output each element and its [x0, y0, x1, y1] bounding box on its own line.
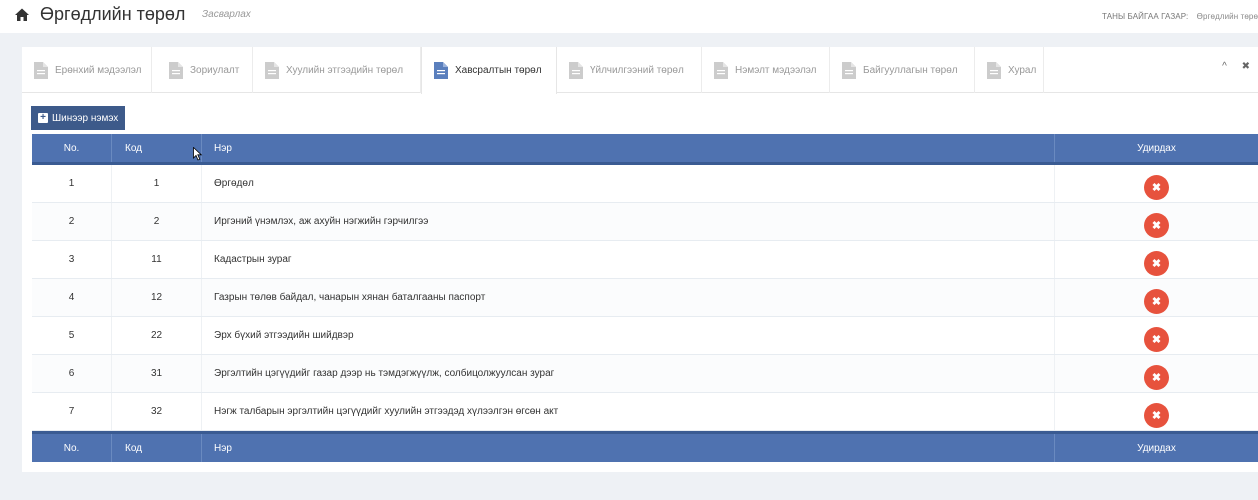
- cell-code: 11: [112, 241, 202, 278]
- column-header-code[interactable]: Код: [112, 134, 202, 162]
- tab-additional-info[interactable]: Нэмэлт мэдээлэл: [702, 47, 830, 93]
- column-header-no[interactable]: No.: [32, 134, 112, 162]
- tab-service-type[interactable]: Үйлчилгээний төрөл: [557, 47, 702, 93]
- delete-button[interactable]: ✖: [1144, 213, 1169, 238]
- delete-button[interactable]: ✖: [1144, 365, 1169, 390]
- cell-no: 5: [32, 317, 112, 354]
- panel-tools: ^ ✖: [1210, 61, 1250, 72]
- cell-name: Иргэний үнэмлэх, аж ахуйн нэгжийн гэрчил…: [202, 203, 1055, 240]
- cell-actions: ✖: [1055, 241, 1258, 278]
- delete-button[interactable]: ✖: [1144, 251, 1169, 276]
- breadcrumb: ТАНЫ БАЙГАА ГАЗАР: Өргөдлийн төрө: [1102, 12, 1258, 21]
- document-icon: [987, 61, 1001, 79]
- cell-actions: ✖: [1055, 165, 1258, 202]
- tab-attachment-type[interactable]: Хавсралтын төрөл: [421, 47, 557, 94]
- tab-label: Хуулийн этгээдийн төрөл: [286, 64, 404, 76]
- cell-actions: ✖: [1055, 203, 1258, 240]
- tab-label: Хавсралтын төрөл: [455, 65, 542, 76]
- home-icon[interactable]: [14, 7, 30, 23]
- cell-no: 3: [32, 241, 112, 278]
- cell-name: Кадастрын зураг: [202, 241, 1055, 278]
- plus-icon: +: [38, 113, 48, 123]
- document-icon: [714, 61, 728, 79]
- tab-label: Хурал: [1008, 64, 1037, 76]
- cell-no: 1: [32, 165, 112, 202]
- table-header: No. Код Нэр Удирдах: [32, 134, 1258, 165]
- page-header: Өргөдлийн төрөл Засварлах ТАНЫ БАЙГАА ГА…: [0, 0, 1258, 33]
- add-new-label: Шинээр нэмэх: [52, 112, 119, 124]
- cell-code: 32: [112, 393, 202, 430]
- document-icon: [569, 61, 583, 79]
- tab-meeting[interactable]: Хурал: [975, 47, 1044, 93]
- close-icon[interactable]: ✖: [1242, 61, 1250, 72]
- column-footer-no: No.: [32, 434, 112, 462]
- column-footer-code: Код: [112, 434, 202, 462]
- cell-code: 2: [112, 203, 202, 240]
- tab-label: Зориулалт: [190, 64, 240, 76]
- table-row: 1 1 Өргөдөл ✖: [32, 165, 1258, 203]
- table-row: 6 31 Эргэлтийн цэгүүдийг газар дээр нь т…: [32, 355, 1258, 393]
- cell-no: 7: [32, 393, 112, 430]
- main-panel: Ерөнхий мэдээлэл Зориулалт Хуулийн этгээ…: [22, 47, 1258, 472]
- document-icon: [34, 61, 48, 79]
- table-row: 3 11 Кадастрын зураг ✖: [32, 241, 1258, 279]
- collapse-icon[interactable]: ^: [1222, 61, 1227, 72]
- breadcrumb-current[interactable]: Өргөдлийн төрө: [1197, 12, 1258, 21]
- tab-purpose[interactable]: Зориулалт: [152, 47, 253, 93]
- cell-actions: ✖: [1055, 355, 1258, 392]
- page-subtitle: Засварлах: [202, 9, 251, 20]
- page-title: Өргөдлийн төрөл: [40, 4, 186, 24]
- data-table: No. Код Нэр Удирдах 1 1 Өргөдөл ✖ 2 2 Ир…: [32, 134, 1258, 462]
- cell-code: 12: [112, 279, 202, 316]
- document-icon: [434, 62, 448, 79]
- delete-button[interactable]: ✖: [1144, 327, 1169, 352]
- table-footer: No. Код Нэр Удирдах: [32, 431, 1258, 462]
- cell-actions: ✖: [1055, 317, 1258, 354]
- add-new-button[interactable]: + Шинээр нэмэх: [31, 106, 126, 130]
- breadcrumb-label: ТАНЫ БАЙГАА ГАЗАР:: [1102, 12, 1189, 21]
- cell-name: Нэгж талбарын эргэлтийн цэгүүдийг хуулий…: [202, 393, 1055, 430]
- cell-name: Газрын төлөв байдал, чанарын хянан батал…: [202, 279, 1055, 316]
- cell-name: Эргэлтийн цэгүүдийг газар дээр нь тэмдэг…: [202, 355, 1055, 392]
- mouse-cursor-icon: [193, 147, 203, 161]
- column-header-name[interactable]: Нэр: [202, 134, 1055, 162]
- delete-button[interactable]: ✖: [1144, 403, 1169, 428]
- document-icon: [169, 61, 183, 79]
- table-row: 2 2 Иргэний үнэмлэх, аж ахуйн нэгжийн гэ…: [32, 203, 1258, 241]
- cell-actions: ✖: [1055, 279, 1258, 316]
- table-row: 7 32 Нэгж талбарын эргэлтийн цэгүүдийг х…: [32, 393, 1258, 431]
- column-footer-name: Нэр: [202, 434, 1055, 462]
- tab-general-info[interactable]: Ерөнхий мэдээлэл: [22, 47, 152, 93]
- tab-label: Нэмэлт мэдээлэл: [735, 64, 817, 76]
- cell-code: 22: [112, 317, 202, 354]
- tab-label: Үйлчилгээний төрөл: [590, 64, 684, 76]
- column-header-actions: Удирдах: [1137, 142, 1176, 154]
- table-row: 4 12 Газрын төлөв байдал, чанарын хянан …: [32, 279, 1258, 317]
- document-icon: [265, 61, 279, 79]
- column-footer-actions: Удирдах: [1137, 442, 1176, 454]
- tab-bar: Ерөнхий мэдээлэл Зориулалт Хуулийн этгээ…: [22, 47, 1258, 94]
- delete-button[interactable]: ✖: [1144, 289, 1169, 314]
- cell-actions: ✖: [1055, 393, 1258, 430]
- table-body: 1 1 Өргөдөл ✖ 2 2 Иргэний үнэмлэх, аж ах…: [32, 165, 1258, 431]
- tab-organization-type[interactable]: Байгууллагын төрөл: [830, 47, 975, 93]
- cell-code: 31: [112, 355, 202, 392]
- delete-button[interactable]: ✖: [1144, 175, 1169, 200]
- cell-name: Өргөдөл: [202, 165, 1055, 202]
- tab-label: Байгууллагын төрөл: [863, 64, 958, 76]
- cell-no: 2: [32, 203, 112, 240]
- cell-no: 6: [32, 355, 112, 392]
- tab-legal-entity-type[interactable]: Хуулийн этгээдийн төрөл: [253, 47, 421, 93]
- document-icon: [842, 61, 856, 79]
- tab-label: Ерөнхий мэдээлэл: [55, 64, 142, 76]
- cell-no: 4: [32, 279, 112, 316]
- cell-name: Эрх бүхий этгээдийн шийдвэр: [202, 317, 1055, 354]
- table-row: 5 22 Эрх бүхий этгээдийн шийдвэр ✖: [32, 317, 1258, 355]
- cell-code: 1: [112, 165, 202, 202]
